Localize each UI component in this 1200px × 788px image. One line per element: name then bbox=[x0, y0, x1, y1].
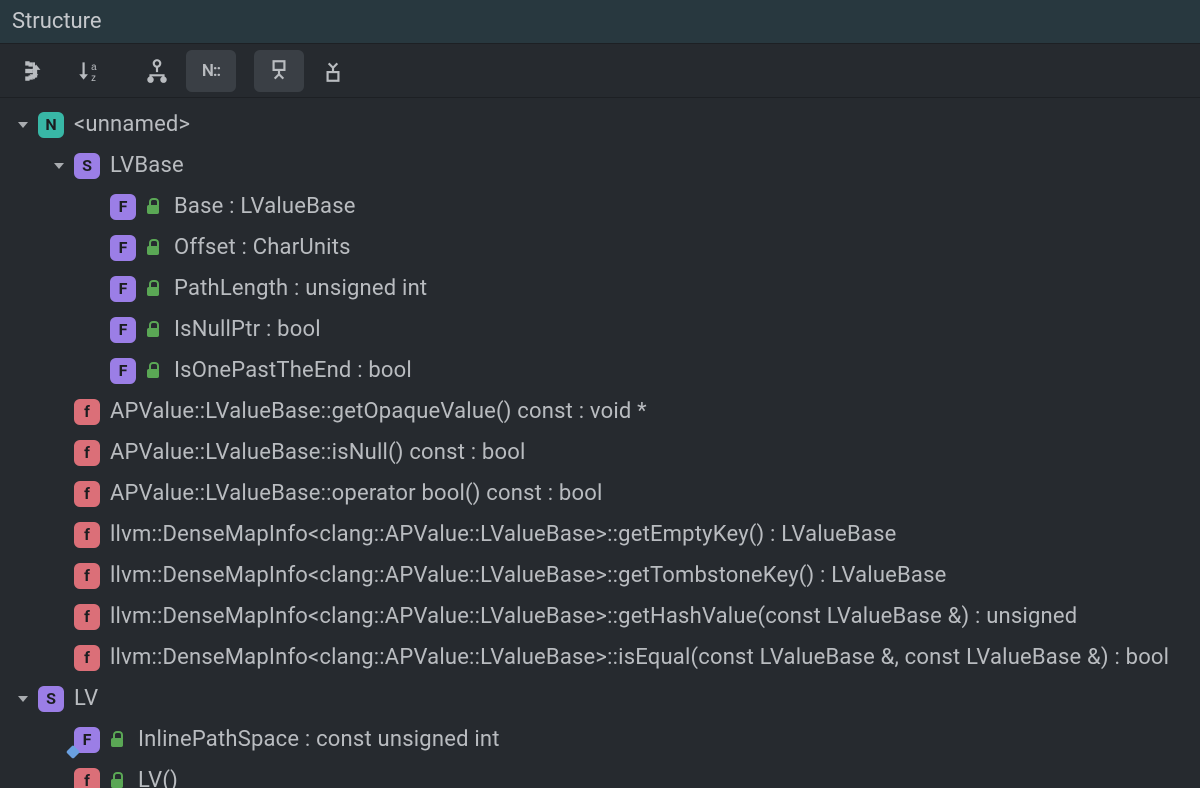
inherit-icon bbox=[144, 58, 170, 84]
panel-title: Structure bbox=[12, 9, 102, 34]
namespace-badge: N bbox=[38, 112, 64, 138]
expand-all-icon bbox=[266, 58, 292, 84]
lock-icon bbox=[146, 323, 160, 337]
tree-item-label: APValue::LValueBase::isNull() const : bo… bbox=[110, 440, 526, 465]
expander-toggle[interactable] bbox=[48, 155, 70, 177]
field-badge: F bbox=[110, 276, 136, 302]
tree-row[interactable]: f LV() bbox=[0, 760, 1200, 788]
tree-row[interactable]: S LV bbox=[0, 678, 1200, 719]
field-badge: F bbox=[110, 358, 136, 384]
tree-item-label: APValue::LValueBase::operator bool() con… bbox=[110, 481, 603, 506]
tree-item-label: llvm::DenseMapInfo<clang::APValue::LValu… bbox=[110, 563, 947, 588]
svg-text:z: z bbox=[91, 72, 96, 83]
collapse-all-icon bbox=[320, 58, 346, 84]
expand-all-button[interactable] bbox=[254, 50, 304, 92]
function-badge: f bbox=[74, 440, 100, 466]
field-badge: F bbox=[110, 235, 136, 261]
expander-toggle[interactable] bbox=[12, 114, 34, 136]
svg-text:a: a bbox=[91, 61, 97, 72]
tree-item-label: llvm::DenseMapInfo<clang::APValue::LValu… bbox=[110, 604, 1077, 629]
tree-row[interactable]: f APValue::LValueBase::isNull() const : b… bbox=[0, 432, 1200, 473]
tree-row[interactable]: F PathLength : unsigned int bbox=[0, 268, 1200, 309]
struct-badge: S bbox=[74, 153, 100, 179]
tree-item-label: LV() bbox=[138, 768, 178, 788]
tree-row[interactable]: f APValue::LValueBase::getOpaqueValue() c… bbox=[0, 391, 1200, 432]
tree-item-label: <unnamed> bbox=[74, 112, 190, 137]
function-badge: f bbox=[74, 563, 100, 589]
tree-item-label: Base : LValueBase bbox=[174, 194, 356, 219]
tree-item-label: llvm::DenseMapInfo<clang::APValue::LValu… bbox=[110, 645, 1169, 670]
sort-alpha-icon: a z bbox=[76, 58, 102, 84]
function-badge: f bbox=[74, 481, 100, 507]
tree-item-label: APValue::LValueBase::getOpaqueValue() co… bbox=[110, 399, 647, 424]
tree-row[interactable]: N <unnamed> bbox=[0, 104, 1200, 145]
function-badge: f bbox=[74, 604, 100, 630]
tree-item-label: llvm::DenseMapInfo<clang::APValue::LValu… bbox=[110, 522, 897, 547]
namespace-icon: N:: bbox=[202, 61, 220, 81]
tree-row[interactable]: S LVBase bbox=[0, 145, 1200, 186]
expander-toggle[interactable] bbox=[12, 688, 34, 710]
tree-row[interactable]: f llvm::DenseMapInfo<clang::APValue::LVal… bbox=[0, 637, 1200, 678]
function-badge: f bbox=[74, 399, 100, 425]
show-inherited-button[interactable] bbox=[132, 50, 182, 92]
tree-row[interactable]: F IsNullPtr : bool bbox=[0, 309, 1200, 350]
tree-row[interactable]: F Offset : CharUnits bbox=[0, 227, 1200, 268]
lock-icon bbox=[146, 241, 160, 255]
collapse-all-button[interactable] bbox=[308, 50, 358, 92]
tree-item-label: LV bbox=[74, 686, 98, 711]
tree-row[interactable]: f llvm::DenseMapInfo<clang::APValue::LVal… bbox=[0, 514, 1200, 555]
sort-visibility-icon bbox=[22, 58, 48, 84]
lock-icon bbox=[110, 733, 124, 747]
toolbar-separator bbox=[240, 70, 250, 71]
panel-title-bar: Structure bbox=[0, 0, 1200, 44]
show-namespace-button[interactable]: N:: bbox=[186, 50, 236, 92]
structure-toolbar: a z N:: bbox=[0, 44, 1200, 98]
field-badge: F bbox=[74, 727, 100, 753]
function-badge: f bbox=[74, 645, 100, 671]
tree-row[interactable]: f llvm::DenseMapInfo<clang::APValue::LVal… bbox=[0, 555, 1200, 596]
tree-row[interactable]: F IsOnePastTheEnd : bool bbox=[0, 350, 1200, 391]
lock-icon bbox=[146, 200, 160, 214]
sort-alphabetically-button[interactable]: a z bbox=[64, 50, 114, 92]
field-badge: F bbox=[110, 194, 136, 220]
function-badge: f bbox=[74, 768, 100, 788]
tree-row[interactable]: F Base : LValueBase bbox=[0, 186, 1200, 227]
toolbar-separator bbox=[118, 70, 128, 71]
tree-item-label: InlinePathSpace : const unsigned int bbox=[138, 727, 500, 752]
structure-tree[interactable]: N <unnamed> S LVBase F Base : LValueBase F Offs… bbox=[0, 98, 1200, 788]
lock-icon bbox=[110, 774, 124, 788]
struct-badge: S bbox=[38, 686, 64, 712]
lock-icon bbox=[146, 364, 160, 378]
lock-icon bbox=[146, 282, 160, 296]
tree-item-label: IsOnePastTheEnd : bool bbox=[174, 358, 412, 383]
tree-item-label: LVBase bbox=[110, 153, 184, 178]
tree-item-label: IsNullPtr : bool bbox=[174, 317, 321, 342]
tree-row[interactable]: f APValue::LValueBase::operator bool() co… bbox=[0, 473, 1200, 514]
tree-item-label: Offset : CharUnits bbox=[174, 235, 351, 260]
field-badge: F bbox=[110, 317, 136, 343]
sort-by-visibility-button[interactable] bbox=[10, 50, 60, 92]
tree-row[interactable]: f llvm::DenseMapInfo<clang::APValue::LVal… bbox=[0, 596, 1200, 637]
function-badge: f bbox=[74, 522, 100, 548]
tree-row[interactable]: F InlinePathSpace : const unsigned int bbox=[0, 719, 1200, 760]
tree-item-label: PathLength : unsigned int bbox=[174, 276, 427, 301]
